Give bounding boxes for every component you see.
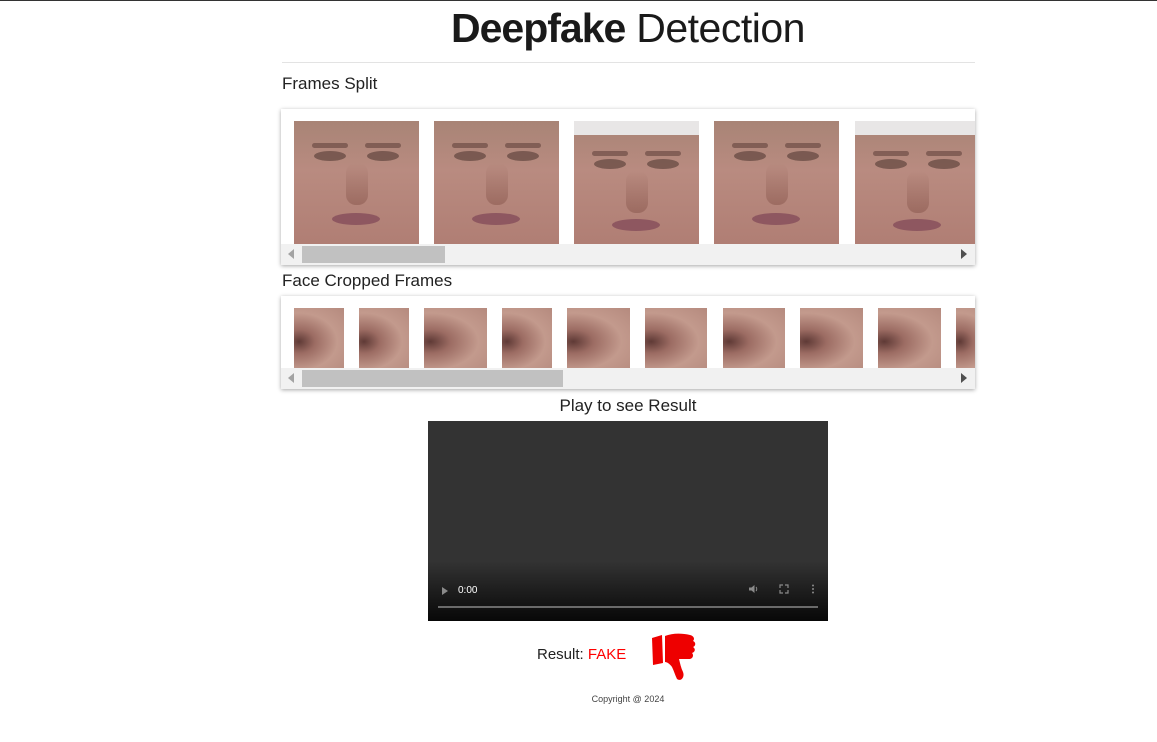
title-light: Detection <box>636 5 805 51</box>
top-border <box>0 0 1157 1</box>
face-crop-thumbnail <box>723 308 785 369</box>
face-crop-thumbnail <box>567 308 630 369</box>
title-bold: Deepfake <box>451 5 626 51</box>
result-line: Result: FAKE <box>537 646 626 663</box>
face-crop-thumbnail <box>645 308 707 369</box>
scroll-left-arrow-icon[interactable] <box>288 249 294 259</box>
scrollbar-thumb[interactable] <box>302 370 563 387</box>
play-icon[interactable] <box>442 587 448 595</box>
result-label: Result: <box>537 646 584 663</box>
video-time: 0:00 <box>458 585 478 596</box>
scrollbar-thumb[interactable] <box>302 246 445 263</box>
controls-gradient <box>428 561 828 621</box>
face-cropped-scrollbar[interactable] <box>281 368 975 389</box>
fullscreen-icon[interactable] <box>779 584 789 597</box>
page-title: Deepfake Detection <box>0 4 1157 52</box>
play-title: Play to see Result <box>559 396 697 415</box>
frame-thumbnail <box>574 121 699 244</box>
more-vertical-icon[interactable] <box>811 584 815 597</box>
face-crop-thumbnail <box>878 308 941 369</box>
face-crop-thumbnail <box>359 308 409 369</box>
scroll-right-arrow-icon[interactable] <box>961 373 967 383</box>
frame-thumbnail <box>714 121 839 244</box>
face-crop-thumbnail <box>956 308 975 369</box>
frame-thumbnail <box>294 121 419 244</box>
frame-thumbnail <box>434 121 559 244</box>
title-divider <box>282 62 975 63</box>
scroll-right-arrow-icon[interactable] <box>961 249 967 259</box>
face-crop-thumbnail <box>800 308 863 369</box>
face-cropped-panel[interactable] <box>281 296 975 389</box>
frame-thumbnail <box>855 121 975 244</box>
face-crop-thumbnail <box>424 308 487 369</box>
result-value: FAKE <box>587 646 627 663</box>
frames-split-scrollbar[interactable] <box>281 244 975 265</box>
face-crop-thumbnail <box>294 308 344 369</box>
thumbs-down-icon <box>648 632 698 684</box>
scroll-left-arrow-icon[interactable] <box>288 373 294 383</box>
face-cropped-title: Face Cropped Frames <box>282 271 453 290</box>
frames-split-title: Frames Split <box>282 74 378 93</box>
face-crop-thumbnail <box>502 308 552 369</box>
seek-bar[interactable] <box>438 606 818 608</box>
volume-icon[interactable] <box>748 584 759 597</box>
video-player[interactable]: 0:00 <box>428 421 828 621</box>
copyright-text: Copyright @ 2024 <box>591 694 665 704</box>
frames-split-panel[interactable] <box>281 109 975 265</box>
